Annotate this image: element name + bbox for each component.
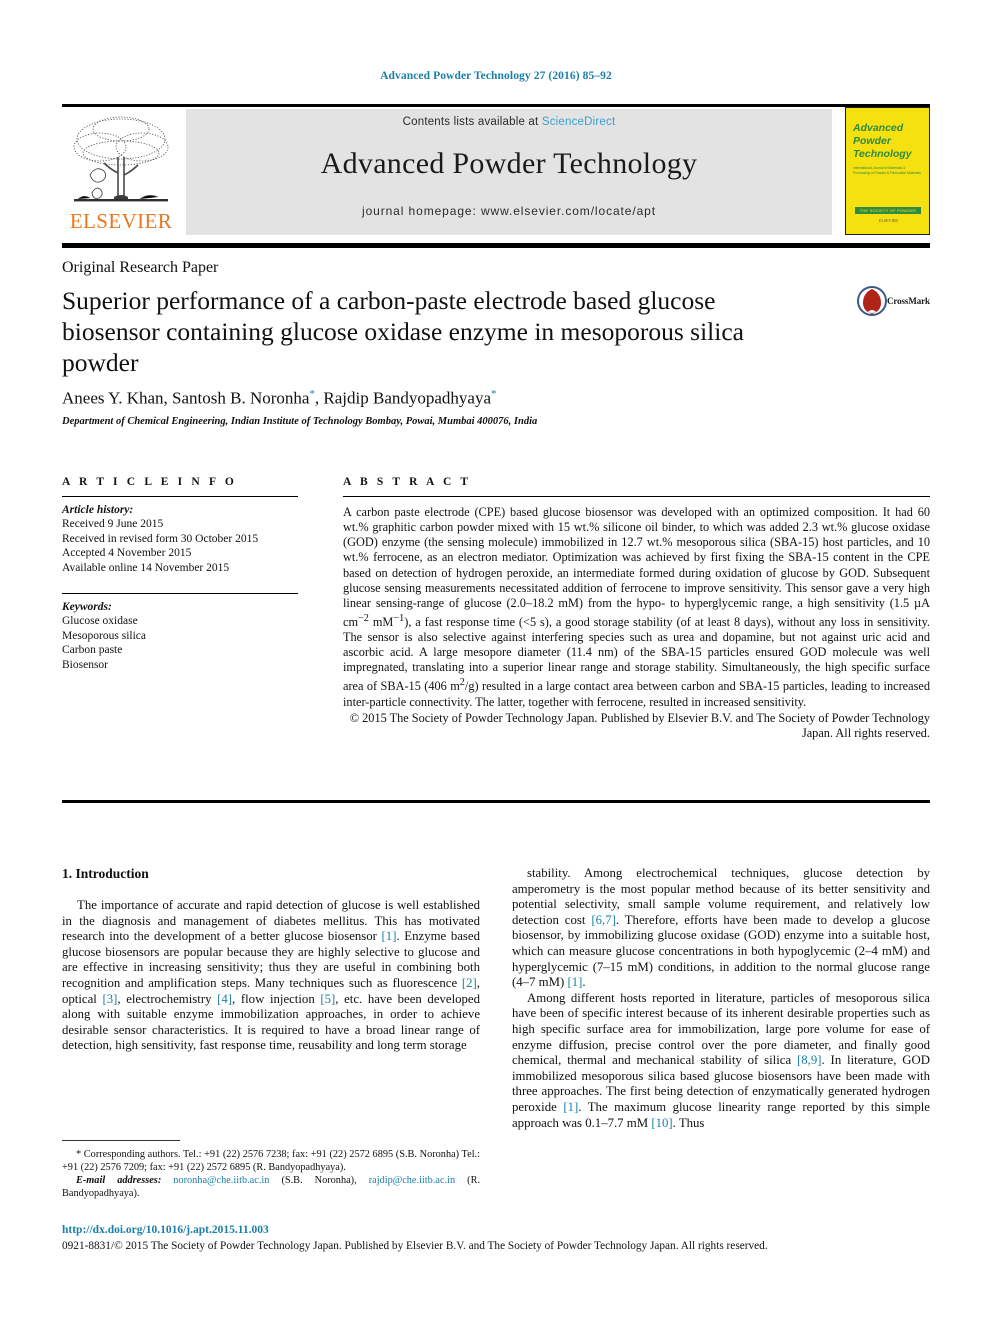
body-column-right: stability. Among electrochemical techniq… xyxy=(512,866,930,1131)
email-owner-noronha: (S.B. Noronha) xyxy=(281,1175,355,1186)
abstract-copyright: © 2015 The Society of Powder Technology … xyxy=(349,710,930,740)
article-info-column: A R T I C L E I N F O Article history: R… xyxy=(62,476,298,672)
citation-ref[interactable]: [10] xyxy=(651,1116,672,1130)
author-list: Anees Y. Khan, Santosh B. Noronha *, Rajd… xyxy=(62,388,852,409)
issn-copyright-line: 0921-8831/© 2015 The Society of Powder T… xyxy=(62,1240,768,1252)
journal-cover-thumbnail[interactable]: Advanced Powder Technology International… xyxy=(845,107,930,235)
abstract-column: A B S T R A C T A carbon paste electrode… xyxy=(343,476,930,741)
article-history-received: Received 9 June 2015 xyxy=(62,518,164,531)
article-history-revised: Received in revised form 30 October 2015 xyxy=(62,532,259,545)
authors-second-part: , Rajdip Bandyopadhyaya xyxy=(314,388,492,408)
email-link-noronha[interactable]: noronha@che.iitb.ac.in xyxy=(173,1175,269,1186)
keyword-item: Carbon paste xyxy=(62,644,123,657)
citation-ref[interactable]: [6,7] xyxy=(591,913,616,927)
cover-title: Advanced Powder Technology xyxy=(853,122,912,160)
intro-paragraph-right-2: Among different hosts reported in litera… xyxy=(512,990,930,1130)
citation-ref[interactable]: [5] xyxy=(320,992,335,1006)
abstract-kicker: A B S T R A C T xyxy=(343,476,472,488)
section-heading-introduction: 1. Introduction xyxy=(62,866,149,881)
elsevier-logo: ELSEVIER xyxy=(62,109,180,235)
article-info-rule-mid xyxy=(62,593,298,595)
contents-panel: Contents lists available at ScienceDirec… xyxy=(186,109,832,235)
abstract-body: A carbon paste electrode (CPE) based glu… xyxy=(343,505,930,709)
contents-prefix: Contents lists available at xyxy=(402,116,542,128)
doi-link[interactable]: http://dx.doi.org/10.1016/j.apt.2015.11.… xyxy=(62,1224,269,1236)
keyword-item: Glucose oxidase xyxy=(62,615,138,628)
footnote-email-label: E-mail addresses: xyxy=(76,1175,162,1186)
authors-first-part: Anees Y. Khan, Santosh B. Noronha xyxy=(62,388,310,408)
cover-publisher-mark: ELSEVIER xyxy=(879,218,898,223)
footnote-corresponding-authors: * Corresponding authors. Tel.: +91 (22) … xyxy=(62,1149,480,1173)
elsevier-wordmark: ELSEVIER xyxy=(69,209,173,233)
article-history-accepted: Accepted 4 November 2015 xyxy=(62,547,192,560)
article-info-rule-top xyxy=(62,496,298,498)
elsevier-tree-icon xyxy=(70,113,172,209)
article-history-online: Available online 14 November 2015 xyxy=(62,561,230,574)
footnote-rule xyxy=(62,1140,180,1141)
keyword-item: Biosensor xyxy=(62,658,108,671)
citation-ref[interactable]: [4] xyxy=(217,992,232,1006)
body-column-left: The importance of accurate and rapid det… xyxy=(62,898,480,1054)
page-title: Superior performance of a carbon-paste e… xyxy=(62,286,744,377)
affiliation: Department of Chemical Engineering, Indi… xyxy=(62,416,538,427)
paper-page: Advanced Powder Technology 27 (2016) 85–… xyxy=(0,0,992,1323)
crossmark-icon xyxy=(857,286,887,316)
cover-subtitle: International Journal of Materials & Pro… xyxy=(853,166,921,175)
citation-ref[interactable]: [1] xyxy=(382,929,397,943)
keywords-heading: Keywords: xyxy=(62,601,112,614)
intro-paragraph-right-1: stability. Among electrochemical techniq… xyxy=(512,866,930,990)
citation-ref[interactable]: [3] xyxy=(102,992,117,1006)
journal-masthead: ELSEVIER Contents lists available at Sci… xyxy=(62,107,930,235)
citation-ref[interactable]: [1] xyxy=(567,975,582,989)
article-history-heading: Article history: xyxy=(62,504,134,517)
footnote-emails: E-mail addresses: noronha@che.iitb.ac.in… xyxy=(62,1175,481,1199)
crossmark-badge[interactable]: CrossMark xyxy=(857,286,935,316)
journal-title: Advanced Powder Technology xyxy=(320,147,698,180)
masthead-bottom-bar xyxy=(62,243,930,248)
article-info-kicker: A R T I C L E I N F O xyxy=(62,476,237,488)
footnote-block: * Corresponding authors. Tel.: +91 (22) … xyxy=(62,1148,480,1200)
cover-society-bar: THE SOCIETY OF POWDER TECHNOLOGY JAPAN xyxy=(855,207,921,214)
intro-paragraph-left: The importance of accurate and rapid det… xyxy=(62,898,481,1053)
corresponding-marker-2: * xyxy=(491,388,497,400)
abstract-rule xyxy=(343,496,930,498)
sciencedirect-link[interactable]: ScienceDirect xyxy=(542,116,616,128)
abstract-bottom-rule xyxy=(62,800,930,803)
crossmark-label: CrossMark xyxy=(887,296,930,306)
running-head: Advanced Powder Technology 27 (2016) 85–… xyxy=(380,70,612,82)
email-link-bandyopadhyaya[interactable]: rajdip@che.iitb.ac.in xyxy=(369,1175,455,1186)
keyword-item: Mesoporous silica xyxy=(62,629,147,642)
citation-ref[interactable]: [8,9] xyxy=(797,1053,822,1067)
citation-ref[interactable]: [2] xyxy=(462,976,477,990)
article-type-label: Original Research Paper xyxy=(62,259,219,276)
journal-homepage-link[interactable]: journal homepage: www.elsevier.com/locat… xyxy=(186,204,832,218)
contents-available-line: Contents lists available at ScienceDirec… xyxy=(186,116,832,128)
citation-ref[interactable]: [1] xyxy=(563,1100,578,1114)
